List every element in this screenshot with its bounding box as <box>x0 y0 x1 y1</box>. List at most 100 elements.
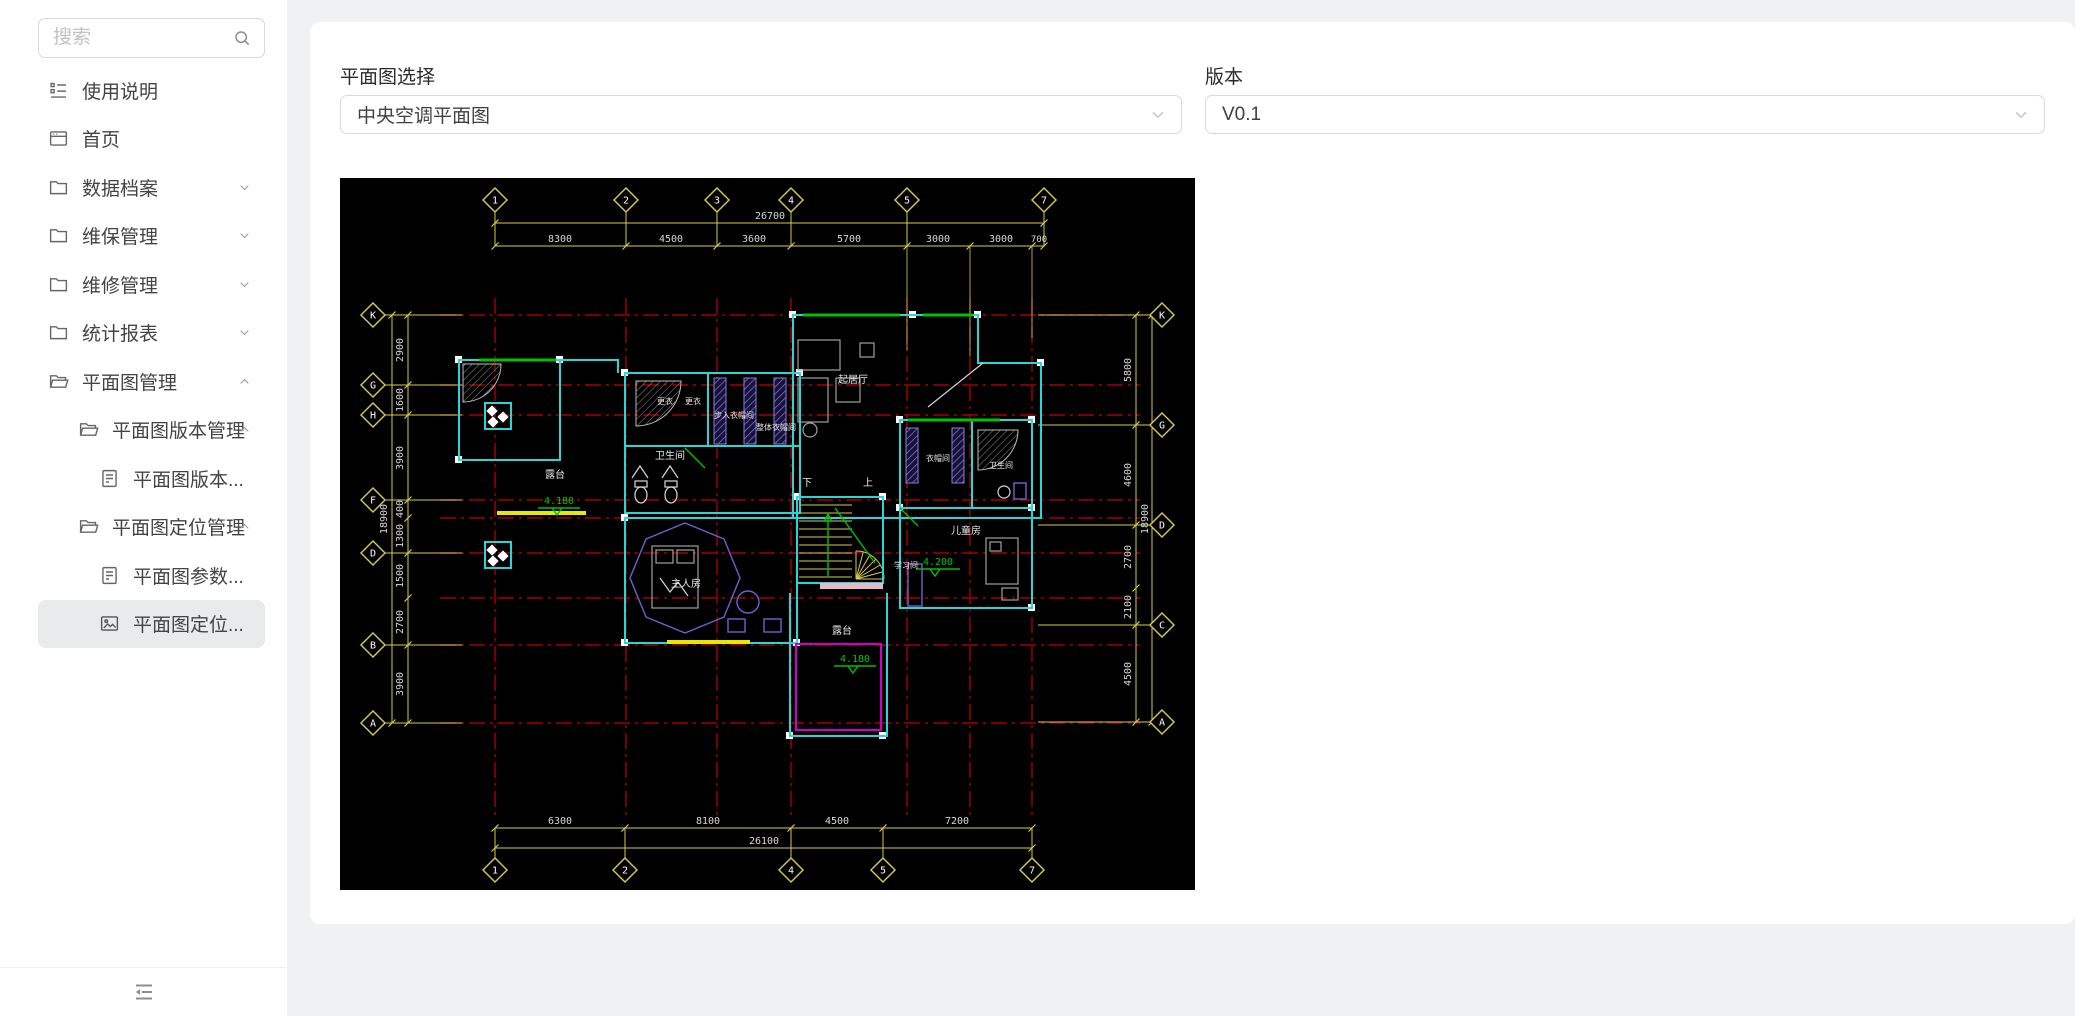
svg-text:400: 400 <box>395 500 406 518</box>
svg-text:3600: 3600 <box>742 234 766 245</box>
sidebar-menu: 使用说明 首页 数据档案 维保管理 维修管理 统计报表 平面图管理 平面图版本管… <box>0 66 287 648</box>
sidebar-item-usage[interactable]: 使用说明 <box>38 66 265 115</box>
svg-text:3900: 3900 <box>395 446 406 470</box>
room-label-kids: 儿童房 <box>951 524 981 537</box>
svg-text:2900: 2900 <box>395 338 406 362</box>
sidebar-item-floorplan-locate[interactable]: 平面图定位... <box>38 599 265 648</box>
svg-text:5: 5 <box>904 196 910 207</box>
search-input[interactable] <box>51 26 232 50</box>
svg-text:7: 7 <box>1041 196 1047 207</box>
svg-text:4: 4 <box>788 866 794 877</box>
sidebar-item-label: 数据档案 <box>82 178 159 200</box>
sidebar-item-floorplan-mgmt[interactable]: 平面图管理 <box>38 357 265 406</box>
sidebar-item-floorplan-version[interactable]: 平面图版本... <box>38 454 265 503</box>
sidebar-item-label: 维保管理 <box>82 227 159 249</box>
svg-text:6300: 6300 <box>548 816 572 827</box>
floorplan-image: 1 2 3 4 5 7 1 2 4 5 7 K G H F D B A K G D C A 8300 4500 3600 5700 3… <box>340 178 1195 890</box>
sidebar-item-label: 维修管理 <box>82 275 159 297</box>
room-label-terrace-left: 露台 <box>545 468 565 481</box>
svg-text:2700: 2700 <box>395 610 406 634</box>
stair-down-label: 下 <box>802 478 812 489</box>
svg-text:D: D <box>1159 521 1165 532</box>
chevron-down-icon <box>238 229 251 242</box>
svg-text:H: H <box>370 411 376 422</box>
sidebar-item-floorplan-locate-mgmt[interactable]: 平面图定位管理 <box>38 503 265 552</box>
version-select-value: V0.1 <box>1222 103 1262 125</box>
svg-text:1: 1 <box>492 196 498 207</box>
sidebar-item-label: 平面图定位... <box>133 615 244 637</box>
elevation-study: 4.200 <box>923 557 953 568</box>
stair-up-label: 上 <box>863 477 873 489</box>
svg-text:5800: 5800 <box>1123 358 1134 382</box>
svg-text:1500: 1500 <box>395 564 406 588</box>
svg-text:4600: 4600 <box>1123 463 1134 487</box>
svg-text:K: K <box>370 311 376 322</box>
list-icon <box>48 80 69 101</box>
sidebar-footer <box>0 967 287 1016</box>
file-icon <box>99 565 120 586</box>
svg-text:7200: 7200 <box>945 816 969 827</box>
file-icon <box>99 468 120 489</box>
room-label-overall-closet: 整体衣帽间 <box>756 422 796 432</box>
sidebar-item-data-archive[interactable]: 数据档案 <box>38 163 265 212</box>
room-label-bath-right: 卫生间 <box>989 460 1013 470</box>
room-label-master: 主人房 <box>671 577 701 590</box>
svg-text:1: 1 <box>492 866 498 877</box>
sidebar-item-floorplan-params[interactable]: 平面图参数... <box>38 551 265 600</box>
folder-icon <box>48 274 69 295</box>
svg-text:8100: 8100 <box>696 816 720 827</box>
sidebar: 使用说明 首页 数据档案 维保管理 维修管理 统计报表 平面图管理 <box>0 0 287 1016</box>
svg-text:7: 7 <box>1029 866 1035 877</box>
chevron-up-icon <box>238 423 251 436</box>
svg-text:18900: 18900 <box>379 504 390 534</box>
sidebar-item-label: 平面图版本... <box>133 469 244 491</box>
svg-text:G: G <box>370 381 376 392</box>
search-icon <box>235 31 250 46</box>
room-label-closet-right: 衣帽间 <box>926 453 950 463</box>
chevron-down-icon <box>2015 111 2027 118</box>
sidebar-item-repair-mgmt[interactable]: 维修管理 <box>38 260 265 309</box>
svg-text:A: A <box>1159 718 1165 729</box>
sidebar-item-label: 平面图参数... <box>133 566 244 588</box>
chevron-up-icon <box>238 520 251 533</box>
svg-text:D: D <box>370 549 376 560</box>
menu-fold-icon <box>135 984 152 1000</box>
version-select-label: 版本 <box>1205 67 1244 88</box>
chevron-down-icon <box>238 326 251 339</box>
elevation-left: 4.180 <box>544 496 574 507</box>
sidebar-item-label: 平面图版本管理 <box>112 421 246 443</box>
folder-icon <box>48 177 69 198</box>
room-label-dressing-1: 更衣 <box>657 396 673 406</box>
folder-icon <box>48 225 69 246</box>
svg-text:B: B <box>370 641 376 652</box>
floorplan-grid-and-dims: 1 2 3 4 5 7 1 2 4 5 7 K G H F D B A K G D C A 8300 4500 3600 5700 3… <box>359 186 1176 884</box>
room-label-walkin-closet: 步入衣帽间 <box>714 410 754 420</box>
svg-text:K: K <box>1159 311 1165 322</box>
svg-text:3: 3 <box>714 196 720 207</box>
chevron-down-icon <box>1152 111 1164 118</box>
sidebar-item-label: 平面图定位管理 <box>112 518 246 540</box>
sidebar-item-home[interactable]: 首页 <box>38 115 265 164</box>
collapse-sidebar-button[interactable] <box>129 977 159 1007</box>
svg-text:2700: 2700 <box>1123 545 1134 569</box>
search-box[interactable] <box>38 18 265 58</box>
folder-icon <box>48 322 69 343</box>
sidebar-item-maintenance-mgmt[interactable]: 维保管理 <box>38 212 265 261</box>
folder-open-icon <box>48 371 69 392</box>
sidebar-item-floorplan-version-mgmt[interactable]: 平面图版本管理 <box>38 406 265 455</box>
scrollbar[interactable] <box>2075 0 2088 1016</box>
version-select[interactable]: V0.1 <box>1205 95 2045 134</box>
folder-open-icon <box>78 419 99 440</box>
room-label-dressing-2: 更衣 <box>685 396 701 406</box>
svg-text:3900: 3900 <box>395 672 406 696</box>
chevron-down-icon <box>238 278 251 291</box>
svg-text:26700: 26700 <box>755 211 785 222</box>
room-label-bath-left: 卫生间 <box>655 449 685 462</box>
plan-select[interactable]: 中央空调平面图 <box>340 95 1182 134</box>
plan-select-label: 平面图选择 <box>340 67 436 88</box>
svg-text:4500: 4500 <box>1123 662 1134 686</box>
svg-text:1300: 1300 <box>395 524 406 548</box>
svg-text:F: F <box>370 496 376 507</box>
sidebar-item-statistics[interactable]: 统计报表 <box>38 309 265 358</box>
svg-text:A: A <box>370 719 376 730</box>
